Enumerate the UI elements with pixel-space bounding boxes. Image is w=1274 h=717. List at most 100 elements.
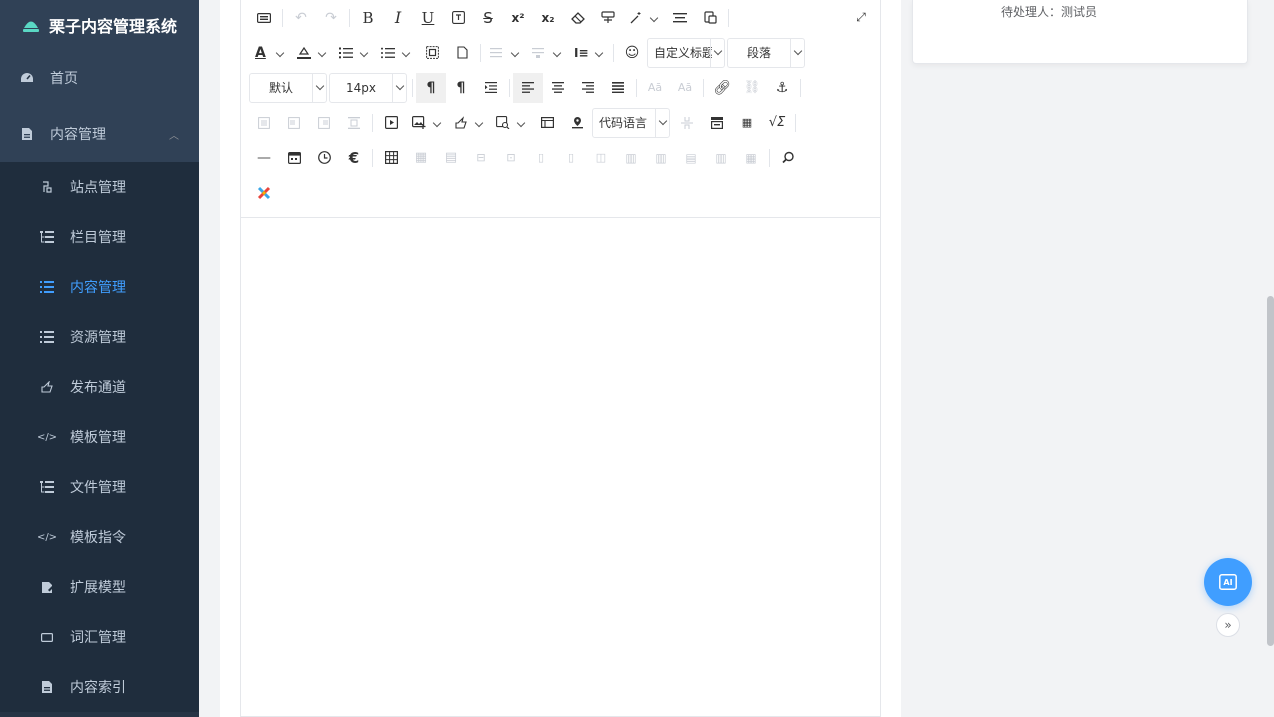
float-center-icon[interactable] [339,108,369,138]
attachment-icon[interactable] [448,108,490,138]
editor-content-area[interactable] [241,218,880,716]
pending-assignee: 待处理人：测试员 [1001,5,1098,19]
brand[interactable]: 栗子内容管理系统 [0,0,199,50]
font-family-select[interactable]: 默认 [249,72,327,103]
text-box-icon[interactable] [443,3,473,33]
magic-wand-icon[interactable] [623,3,665,33]
table-delete-row-icon[interactable]: ▯ [526,143,556,173]
search-replace-icon[interactable] [773,143,803,173]
fullscreen-icon[interactable]: ⤢ [846,3,876,33]
sidebar-item-directive[interactable]: </> 模板指令 [0,512,199,562]
float-left-icon[interactable] [279,108,309,138]
underline-icon[interactable]: U [413,3,443,33]
unlink-icon[interactable]: ⛓︎ [737,73,767,103]
chevron-down-icon [312,73,326,102]
table-insert-row-icon[interactable]: ▦ [406,143,436,173]
unordered-list-icon[interactable] [375,38,417,68]
sidebar-item-publish[interactable]: 发布通道 [0,362,199,412]
font-size-select[interactable]: 14px [329,72,407,103]
sidebar-item-word[interactable]: 词汇管理 [0,612,199,662]
undo-icon[interactable]: ↶ [286,3,316,33]
table-insert-col-icon[interactable]: ▤ [436,143,466,173]
custom-title-value: 自定义标题 [654,46,712,60]
table-split-rows-icon[interactable]: ▤ [676,143,706,173]
lowercase-icon[interactable]: Aā [670,73,700,103]
date-icon[interactable] [279,143,309,173]
sidebar-item-file[interactable]: 文件管理 [0,462,199,512]
menu-group-content[interactable]: 内容管理 ︿ [0,106,199,162]
toolbar-divider [636,78,637,97]
table-split-icon[interactable]: ⊡ [496,143,526,173]
sidebar-item-content[interactable]: 内容管理 [0,262,199,312]
sidebar-item-resource[interactable]: 资源管理 [0,312,199,362]
italic-icon[interactable]: I [383,3,413,33]
paste-plain-icon[interactable]: ▦ [732,108,762,138]
eraser-icon[interactable] [563,3,593,33]
sidebar-item-template[interactable]: </> 模板管理 [0,412,199,462]
menu-item-home[interactable]: 首页 [0,50,199,106]
custom-title-select[interactable]: 自定义标题 [647,37,725,68]
table-merge-right-icon[interactable]: ▥ [616,143,646,173]
new-doc-icon[interactable] [447,38,477,68]
align-right-icon[interactable] [573,73,603,103]
formula-icon[interactable]: √Σ [762,108,792,138]
ltr-direction-icon[interactable]: ¶ [416,72,446,103]
ai-assistant-button[interactable]: AI [1204,558,1252,606]
time-icon[interactable] [309,143,339,173]
align-center-icon[interactable] [543,73,573,103]
insert-table-icon[interactable] [376,143,406,173]
image-icon[interactable] [406,108,448,138]
document-icon [20,127,34,141]
emoji-icon[interactable]: ☺ [617,38,647,68]
select-all-icon[interactable] [417,38,447,68]
align-left-icon[interactable] [513,72,543,103]
link-icon[interactable]: 🔗︎ [707,73,737,103]
image-search-icon[interactable] [490,108,532,138]
video-icon[interactable] [376,108,406,138]
insert-frame-icon[interactable] [702,108,732,138]
sidebar-item-site[interactable]: 站点管理 [0,162,199,212]
table-merge-down-icon[interactable]: ▥ [646,143,676,173]
strikethrough-icon[interactable]: S [473,3,503,33]
float-right-icon[interactable] [309,108,339,138]
sidebar-item-model[interactable]: 扩展模型 [0,562,199,612]
collapse-button[interactable]: » [1216,613,1240,637]
align-justify-icon[interactable] [603,73,633,103]
float-none-icon[interactable] [249,108,279,138]
keyboard-icon[interactable] [249,3,279,33]
table-cell-icon[interactable]: ◫ [586,143,616,173]
page-scrollbar[interactable] [1267,296,1274,646]
rtl-direction-icon[interactable]: ¶ [446,73,476,103]
indent-top-icon[interactable] [484,38,526,68]
font-color-icon[interactable]: A [249,38,291,68]
code-language-select[interactable]: 代码语言 [592,107,670,138]
code-icon: </> [36,531,58,543]
bold-icon[interactable]: B [353,3,383,33]
indent-icon[interactable] [476,73,506,103]
indent-bottom-icon[interactable] [526,38,568,68]
subscript-icon[interactable]: x₂ [533,3,563,33]
paragraph-select[interactable]: 段落 [727,37,805,68]
map-icon[interactable] [562,108,592,138]
paste-icon[interactable] [695,3,725,33]
superscript-icon[interactable]: x² [503,3,533,33]
table-merge-icon[interactable]: ⊟ [466,143,496,173]
page-break-icon[interactable] [672,108,702,138]
horizontal-rule-icon[interactable]: — [249,143,279,173]
sidebar-item-index[interactable]: 内容索引 [0,662,199,712]
template-icon[interactable] [532,108,562,138]
heading-line-icon[interactable] [665,3,695,33]
line-height-icon[interactable]: I≡ [568,38,610,68]
anchor-icon[interactable]: ⚓︎ [767,73,797,103]
table-delete-col-icon[interactable]: ▯ [556,143,586,173]
special-char-icon[interactable]: € [339,143,369,173]
highlight-icon[interactable] [291,38,333,68]
plugin-icon[interactable] [249,178,279,208]
redo-icon[interactable]: ↷ [316,3,346,33]
table-delete-icon[interactable]: ▦ [736,143,766,173]
uppercase-icon[interactable]: Aā [640,73,670,103]
format-painter-icon[interactable] [593,3,623,33]
ordered-list-icon[interactable] [333,38,375,68]
table-split-cols-icon[interactable]: ▥ [706,143,736,173]
sidebar-item-catalog[interactable]: 栏目管理 [0,212,199,262]
